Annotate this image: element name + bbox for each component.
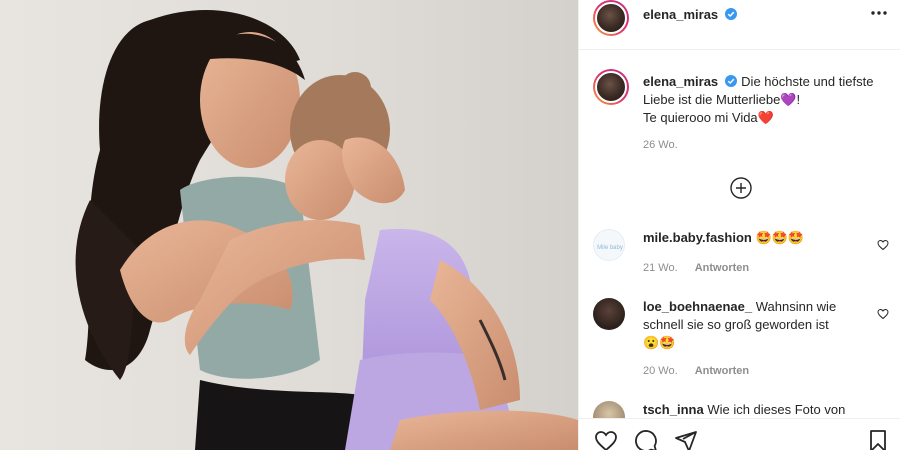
comment-username[interactable]: mile.baby.fashion (643, 230, 752, 245)
more-options-icon[interactable] (869, 6, 889, 20)
comment-text: loe_boehnaenae_ Wahnsinn wie schnell sie… (643, 298, 868, 352)
share-icon[interactable] (673, 429, 699, 450)
comment-body: Wie ich dieses Foto von (707, 402, 846, 417)
purple-heart-emoji: 💜 (780, 92, 797, 107)
header-avatar[interactable] (593, 0, 629, 36)
comment-text: mile.baby.fashion 🤩🤩🤩 (643, 229, 868, 247)
caption-avatar[interactable] (593, 69, 629, 105)
brand-logo-icon: Mile baby (597, 245, 623, 251)
header-username-row: elena_miras (643, 7, 737, 22)
commenter-avatar[interactable] (593, 298, 625, 330)
verified-badge-icon (725, 75, 738, 87)
comment-meta: 20 Wo. Antworten (643, 365, 763, 377)
comment-item: loe_boehnaenae_ Wahnsinn wie schnell sie… (593, 298, 893, 383)
caption-text-line2: Te quierooo mi Vida (643, 110, 758, 125)
comment-text: tsch_inna Wie ich dieses Foto von (643, 401, 868, 419)
reply-button[interactable]: Antworten (695, 262, 749, 274)
post-sidebar: elena_miras elena_miras Die höchste und … (578, 0, 900, 450)
photo-illustration (0, 0, 578, 450)
post-header: elena_miras (579, 0, 900, 50)
like-comment-heart-icon[interactable] (877, 308, 889, 320)
instagram-post: elena_miras elena_miras Die höchste und … (0, 0, 900, 450)
comment-time[interactable]: 21 Wo. (643, 262, 678, 274)
caption-username[interactable]: elena_miras (643, 74, 718, 89)
load-more-comments-icon[interactable] (729, 176, 753, 200)
comment-item: Mile baby mile.baby.fashion 🤩🤩🤩 21 Wo. A… (593, 229, 893, 279)
post-actions-bar (579, 418, 900, 450)
bookmark-icon[interactable] (865, 429, 891, 450)
comment-emoji: 🤩 (787, 230, 805, 245)
heart-icon[interactable] (593, 429, 619, 450)
comment-icon[interactable] (633, 429, 659, 450)
avatar-image (595, 2, 627, 34)
comment-emoji: 🤩 (755, 230, 772, 245)
post-photo[interactable] (0, 0, 578, 450)
caption-text-line1-end: ! (796, 92, 801, 107)
like-comment-heart-icon[interactable] (877, 239, 889, 251)
reply-button[interactable]: Antworten (695, 365, 749, 377)
red-heart-emoji: ❤️ (757, 110, 774, 125)
header-username[interactable]: elena_miras (643, 7, 718, 22)
comment-emoji: 😮 (643, 335, 660, 350)
comment-emoji: 🤩 (771, 230, 788, 245)
post-caption: elena_miras Die höchste und tiefste Lieb… (643, 73, 893, 127)
comment-time[interactable]: 20 Wo. (643, 365, 678, 377)
comment-username[interactable]: tsch_inna (643, 402, 704, 417)
comment-username[interactable]: loe_boehnaenae_ (643, 299, 752, 314)
svg-text:Mile baby: Mile baby (597, 245, 623, 251)
comment-emoji: 🤩 (659, 335, 676, 350)
commenter-avatar[interactable]: Mile baby (593, 229, 625, 261)
avatar-image (595, 71, 627, 103)
comment-meta: 21 Wo. Antworten (643, 262, 763, 274)
caption-time[interactable]: 26 Wo. (643, 139, 678, 151)
verified-badge-icon (724, 8, 737, 20)
